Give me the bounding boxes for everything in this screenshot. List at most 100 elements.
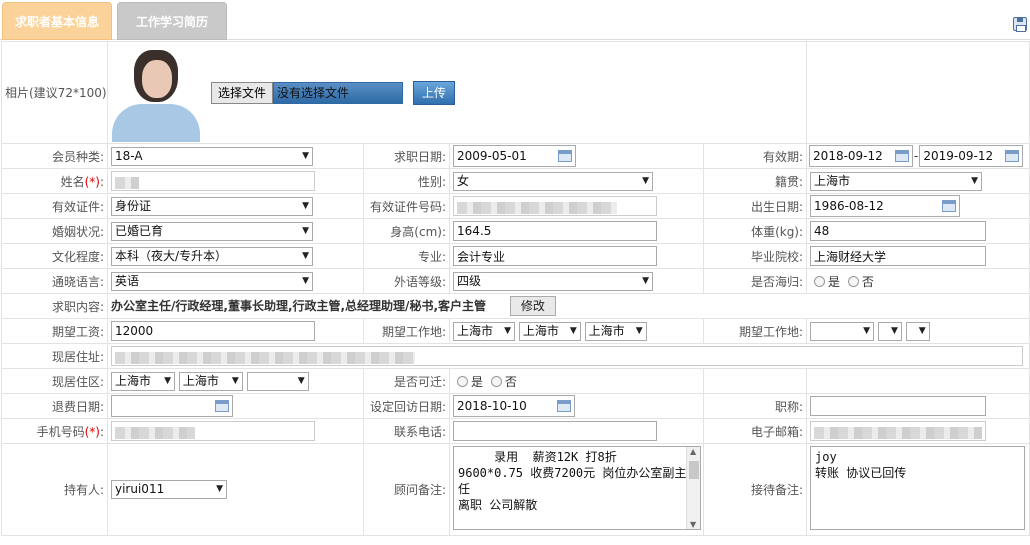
modify-button[interactable]: 修改 — [509, 296, 556, 316]
native-label: 籍贯: — [702, 168, 808, 194]
avatar — [108, 46, 200, 142]
district-label: 现居住区: — [1, 368, 108, 394]
work-place-2-city-select[interactable]: ▼ — [877, 321, 902, 341]
work-place-2-label: 期望工作地: — [702, 318, 808, 344]
valid-to-field[interactable]: 2019-09-12 — [919, 145, 1024, 167]
overseas-no-label: 否 — [861, 274, 874, 289]
email-label: 电子邮箱: — [702, 418, 808, 444]
tab-work-history[interactable]: 工作学习简历 — [117, 2, 227, 40]
job-content-value: 办公室主任/行政经理,董事长助理,行政主管,总经理助理/秘书,客户主管 — [111, 299, 487, 313]
marital-select[interactable]: 已婚已育 ▼ — [111, 221, 313, 241]
holder-select[interactable]: yirui011 ▼ — [111, 480, 227, 499]
weight-field[interactable] — [810, 221, 987, 241]
language-level-label: 外语等级: — [363, 268, 450, 294]
visit-date-label: 设定回访日期: — [363, 393, 450, 419]
holder-label: 持有人: — [1, 443, 108, 536]
upload-button[interactable]: 上传 — [412, 80, 455, 105]
apply-date-field[interactable]: 2009-05-01 — [453, 145, 576, 167]
address-field[interactable] — [111, 346, 1023, 366]
relocate-no-radio[interactable] — [490, 375, 502, 387]
mobile-label: 手机号码(*): — [1, 418, 108, 444]
valid-period-label: 有效期: — [702, 143, 808, 169]
member-type-label: 会员种类: — [1, 143, 108, 169]
apply-date-label: 求职日期: — [363, 143, 450, 169]
job-content-label: 求职内容: — [1, 293, 108, 319]
name-field[interactable] — [111, 171, 315, 191]
language-label: 通晓语言: — [1, 268, 108, 294]
photo-label: 相片(建议72*100): — [1, 41, 108, 144]
overseas-label: 是否海归: — [702, 268, 808, 294]
reception-note-field[interactable]: joy 转账 协议已回传 — [810, 446, 1026, 530]
native-select[interactable]: 上海市 ▼ — [810, 171, 983, 191]
advisor-note-label: 顾问备注: — [363, 443, 450, 536]
calendar-icon[interactable] — [215, 400, 229, 412]
salary-field[interactable] — [111, 321, 315, 341]
overseas-yes-label: 是 — [828, 274, 841, 289]
reception-note-label: 接待备注: — [702, 443, 808, 536]
calendar-icon[interactable] — [942, 200, 957, 212]
marital-label: 婚姻状况: — [1, 218, 108, 244]
refund-date-label: 退费日期: — [1, 393, 108, 419]
choose-file-button[interactable]: 选择文件 — [211, 81, 274, 104]
work-place-2-district-select[interactable]: ▼ — [905, 321, 930, 341]
calendar-icon[interactable] — [557, 400, 571, 412]
education-label: 文化程度: — [1, 243, 108, 269]
district-province-select[interactable]: 上海市 ▼ — [111, 371, 175, 391]
gender-label: 性别: — [363, 168, 450, 194]
title-field[interactable] — [810, 396, 987, 416]
education-select[interactable]: 本科（夜大/专升本） ▼ — [111, 246, 313, 266]
height-label: 身高(cm): — [363, 218, 450, 244]
id-number-field[interactable] — [453, 196, 657, 216]
height-field[interactable] — [453, 221, 657, 241]
email-field[interactable] — [810, 421, 987, 441]
overseas-no-radio[interactable] — [847, 275, 859, 287]
phone-field[interactable] — [453, 421, 657, 441]
language-level-select[interactable]: 四级 ▼ — [453, 271, 653, 291]
work-place-2-province-select[interactable]: ▼ — [810, 321, 875, 341]
empty-cell — [702, 368, 808, 394]
work-place-district-select[interactable]: 上海市 ▼ — [584, 321, 647, 341]
title-label: 职称: — [702, 393, 808, 419]
calendar-icon[interactable] — [895, 150, 910, 162]
refund-date-field[interactable] — [111, 395, 233, 417]
empty-cell — [806, 368, 1030, 394]
school-field[interactable] — [810, 246, 987, 266]
advisor-note-field[interactable]: 录用 薪资12K 打8折 9600*0.75 收费7200元 岗位办公室副主任 … — [453, 446, 701, 530]
advisor-note-scrollbar[interactable]: ▲ ▼ — [686, 447, 700, 529]
major-label: 专业: — [363, 243, 450, 269]
work-place-city-select[interactable]: 上海市 ▼ — [518, 321, 581, 341]
photo-cell: 选择文件 没有选择文件 上传 — [106, 41, 808, 144]
empty-cell — [806, 41, 1030, 144]
gender-select[interactable]: 女 ▼ — [453, 171, 653, 191]
calendar-icon[interactable] — [1005, 150, 1020, 162]
birth-date-label: 出生日期: — [702, 193, 808, 219]
tab-bar: 求职者基本信息 工作学习简历 — [0, 0, 1030, 40]
birth-date-field[interactable]: 1986-08-12 — [810, 195, 961, 217]
id-number-label: 有效证件号码: — [363, 193, 450, 219]
work-place-label: 期望工作地: — [363, 318, 450, 344]
range-separator: - — [914, 148, 919, 163]
weight-label: 体重(kg): — [702, 218, 808, 244]
district-city-select[interactable]: 上海市 ▼ — [178, 371, 243, 391]
relocate-yes-radio[interactable] — [457, 375, 468, 387]
name-label: 姓名(*): — [1, 168, 108, 194]
phone-label: 联系电话: — [363, 418, 450, 444]
relocate-label: 是否可迁: — [363, 368, 450, 394]
tab-basic-info[interactable]: 求职者基本信息 — [2, 2, 112, 40]
district-area-select[interactable]: ▼ — [246, 371, 309, 391]
id-type-label: 有效证件: — [1, 193, 108, 219]
school-label: 毕业院校: — [702, 243, 808, 269]
relocate-no-label: 否 — [504, 374, 517, 389]
language-select[interactable]: 英语 ▼ — [111, 271, 313, 291]
mobile-field[interactable] — [111, 421, 315, 441]
save-icon[interactable] — [1013, 17, 1027, 32]
relocate-yes-label: 是 — [471, 374, 484, 389]
id-type-select[interactable]: 身份证 ▼ — [111, 196, 313, 216]
calendar-icon[interactable] — [558, 150, 572, 162]
valid-from-field[interactable]: 2018-09-12 — [809, 145, 914, 167]
work-place-province-select[interactable]: 上海市 ▼ — [453, 321, 515, 341]
visit-date-field[interactable]: 2018-10-10 — [453, 395, 575, 417]
major-field[interactable] — [453, 246, 657, 266]
overseas-yes-radio[interactable] — [814, 275, 826, 287]
member-type-select[interactable]: 18-A ▼ — [111, 146, 313, 166]
